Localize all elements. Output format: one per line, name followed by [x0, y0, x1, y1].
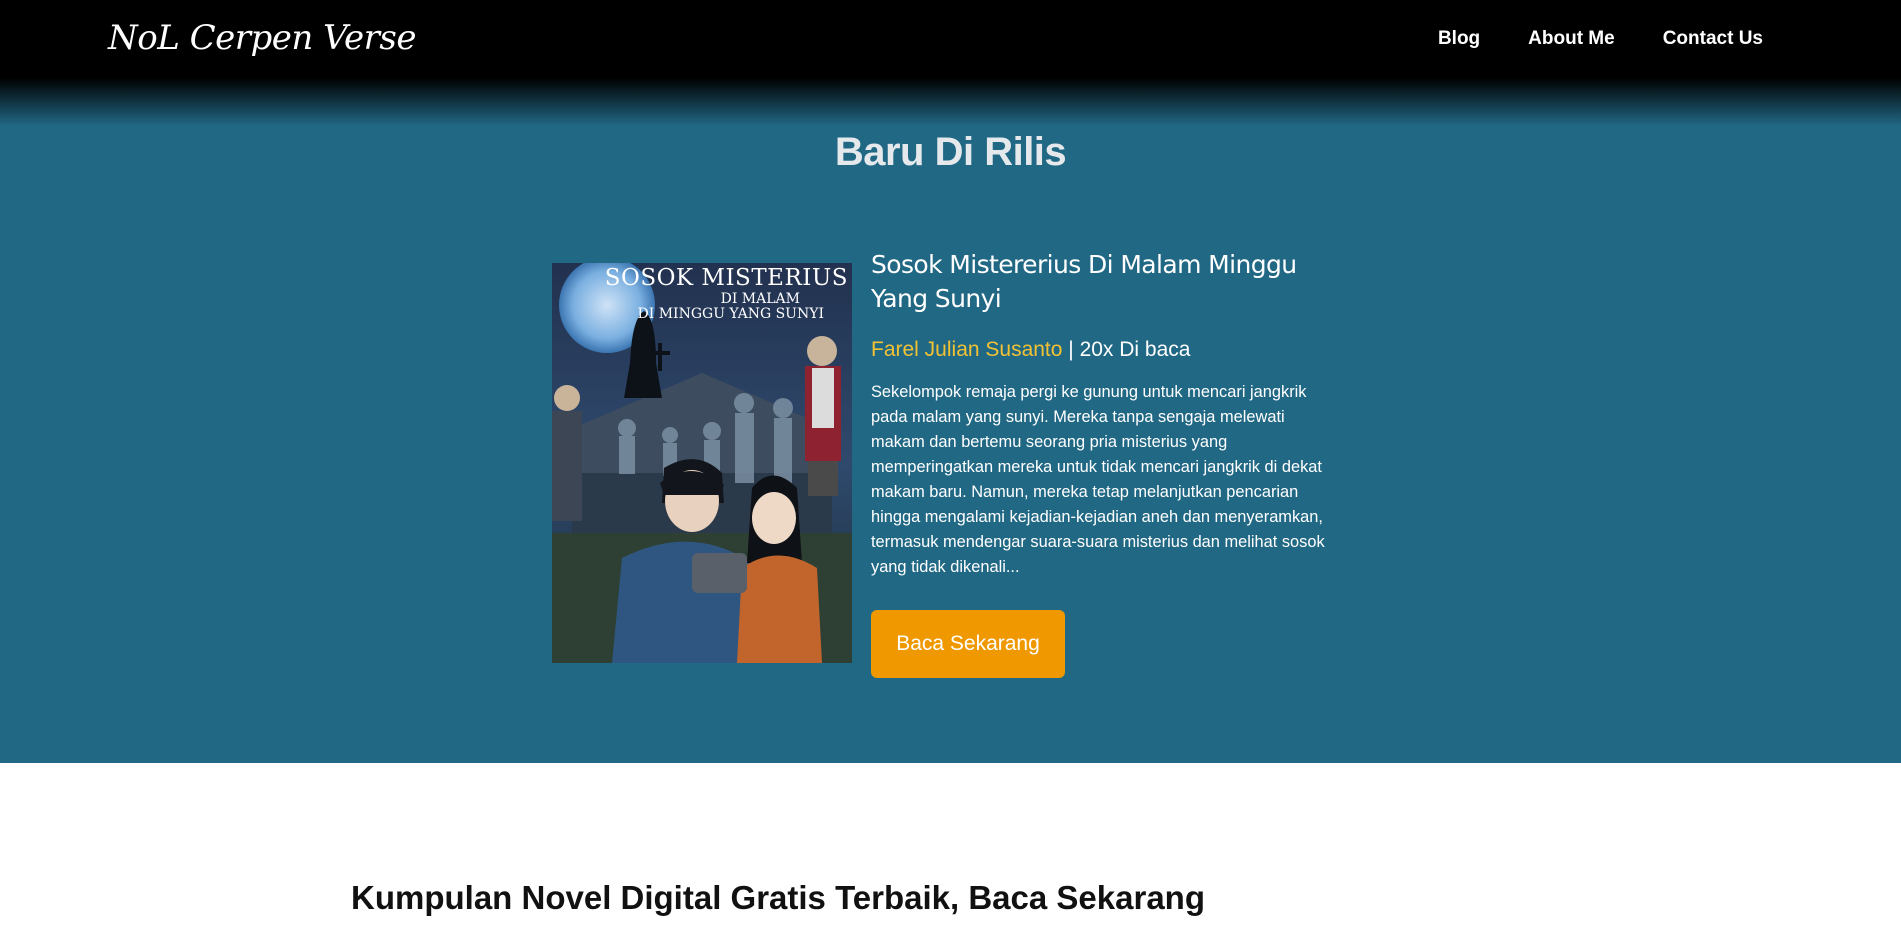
book-info: Sosok Mistererius Di Malam Minggu Yang S…: [871, 248, 1336, 678]
cover-title: SOSOK MISTERIUS DI MALAM DI MINGGU YANG …: [552, 265, 852, 322]
navbar: NoL Cerpen Verse Blog About Me Contact U…: [0, 0, 1901, 78]
section-title: Baru Di Rilis: [834, 130, 1067, 174]
book-synopsis: Sekelompok remaja pergi ke gunung untuk …: [871, 383, 1325, 576]
main-nav: Blog About Me Contact Us: [1438, 24, 1763, 54]
author-link[interactable]: Farel Julian Susanto: [871, 338, 1062, 361]
cover-title-line2: DI MALAM: [720, 291, 800, 307]
book-title[interactable]: Sosok Mistererius Di Malam Minggu Yang S…: [871, 248, 1336, 316]
read-count: | 20x Di baca: [1062, 338, 1191, 361]
nav-link-about[interactable]: About Me: [1528, 24, 1615, 54]
book-cover-image[interactable]: SOSOK MISTERIUS DI MALAM DI MINGGU YANG …: [552, 263, 852, 663]
cover-title-line3: DI MINGGU YANG SUNYI: [637, 306, 825, 322]
read-now-button[interactable]: Baca Sekarang: [871, 610, 1065, 678]
cover-title-line1: SOSOK MISTERIUS: [604, 265, 848, 291]
navbar-shadow: [0, 78, 1901, 126]
cover-illustration: [552, 263, 852, 663]
book-meta: Farel Julian Susanto | 20x Di baca: [871, 336, 1336, 364]
collection-heading: Kumpulan Novel Digital Gratis Terbaik, B…: [351, 879, 1205, 916]
site-logo[interactable]: NoL Cerpen Verse: [108, 14, 416, 62]
nav-link-contact[interactable]: Contact Us: [1663, 24, 1763, 54]
nav-link-blog[interactable]: Blog: [1438, 24, 1480, 54]
